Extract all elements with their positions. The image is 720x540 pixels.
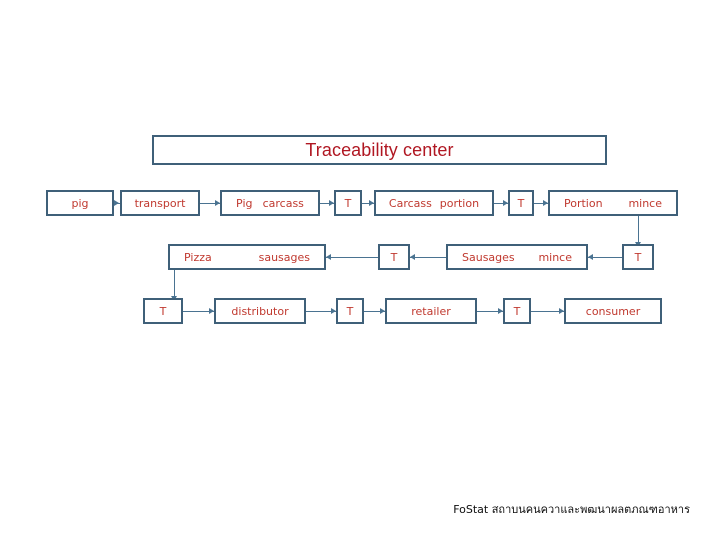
- node-t-7[interactable]: T: [503, 298, 531, 324]
- node-t-5[interactable]: T: [143, 298, 183, 324]
- node-pizza-sausages-label-1: Pizza: [184, 250, 212, 264]
- node-pig-carcass-label-2: carcass: [262, 196, 304, 210]
- node-transport[interactable]: transport: [120, 190, 200, 216]
- node-t-3-label: T: [390, 250, 398, 264]
- arrowhead-sausages-mince-to-t3: [410, 253, 415, 260]
- node-pizza-sausages-label-2: sausages: [258, 250, 310, 264]
- footer-credit: FoStat สถาบนคนควาและพฒนาผลตภณฑอาหาร: [453, 503, 690, 516]
- node-t-2[interactable]: T: [508, 190, 534, 216]
- node-t-5-label: T: [159, 304, 167, 318]
- node-sausages-mince-label-1: Sausages: [462, 250, 515, 264]
- node-distributor[interactable]: distributor: [214, 298, 306, 324]
- connector-sausages-mince-to-t3: [410, 257, 446, 258]
- slide-canvas: Traceability center pig transport Pig ca…: [0, 0, 720, 540]
- node-portion-mince[interactable]: Portion mince: [548, 190, 678, 216]
- arrowhead-t3-to-pizza-sausages: [326, 253, 331, 260]
- node-sausages-mince[interactable]: Sausages mince: [446, 244, 588, 270]
- node-t-6[interactable]: T: [336, 298, 364, 324]
- node-carcass-portion-label-1: Carcass: [388, 196, 432, 210]
- node-t-6-label: T: [346, 304, 354, 318]
- node-carcass-portion[interactable]: Carcass portion: [374, 190, 494, 216]
- arrowhead-t4-to-sausages-mince: [588, 253, 593, 260]
- node-pig-label: pig: [71, 196, 89, 210]
- node-retailer[interactable]: retailer: [385, 298, 477, 324]
- node-t-1-label: T: [344, 196, 352, 210]
- node-t-3[interactable]: T: [378, 244, 410, 270]
- arrowhead-pig-to-transport: [114, 199, 119, 206]
- traceability-center-title-box: Traceability center: [152, 135, 607, 165]
- node-pizza-sausages[interactable]: Pizza sausages: [168, 244, 326, 270]
- node-retailer-label: retailer: [411, 304, 451, 318]
- connector-t4-to-sausages-mince: [588, 257, 622, 258]
- node-t-1[interactable]: T: [334, 190, 362, 216]
- node-transport-label: transport: [134, 196, 186, 210]
- connector-t3-to-pizza-sausages: [326, 257, 378, 258]
- node-t-4-label: T: [634, 250, 642, 264]
- node-distributor-label: distributor: [231, 304, 289, 318]
- node-t-4[interactable]: T: [622, 244, 654, 270]
- node-pig-carcass-label-1: Pig: [236, 196, 253, 210]
- node-t-7-label: T: [513, 304, 521, 318]
- node-pig[interactable]: pig: [46, 190, 114, 216]
- page-title: Traceability center: [305, 139, 454, 160]
- node-consumer-label: consumer: [585, 304, 641, 318]
- node-portion-mince-label-1: Portion: [564, 196, 603, 210]
- node-t-2-label: T: [517, 196, 525, 210]
- node-consumer[interactable]: consumer: [564, 298, 662, 324]
- node-sausages-mince-label-2: mince: [538, 250, 572, 264]
- node-pig-carcass[interactable]: Pig carcass: [220, 190, 320, 216]
- node-carcass-portion-label-2: portion: [439, 196, 480, 210]
- node-portion-mince-label-2: mince: [628, 196, 662, 210]
